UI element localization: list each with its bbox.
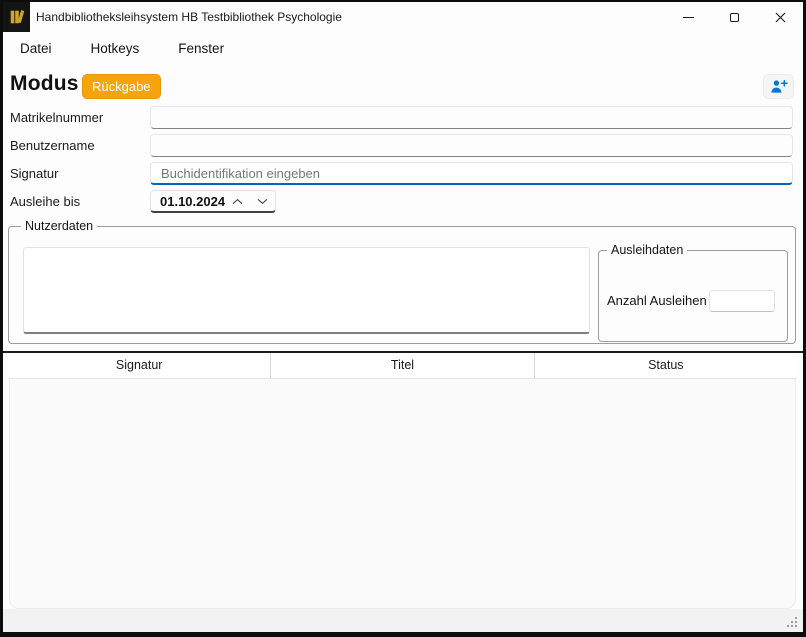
page-title: Modus	[10, 72, 79, 96]
date-increment-button[interactable]	[225, 191, 250, 211]
window-controls	[665, 2, 803, 32]
column-header-status[interactable]: Status	[535, 353, 797, 378]
matrikelnummer-label: Matrikelnummer	[10, 106, 103, 129]
column-header-signatur[interactable]: Signatur	[8, 353, 271, 378]
benutzername-row: Benutzername	[3, 134, 803, 157]
maximize-icon	[730, 13, 739, 22]
person-add-icon	[770, 79, 788, 94]
chevron-down-icon	[257, 198, 268, 205]
app-icon	[3, 2, 30, 32]
anzahl-ausleihen-field[interactable]	[709, 290, 775, 312]
table-header: Signatur Titel Status	[8, 353, 797, 378]
due-date-spinner[interactable]: 01.10.2024	[150, 190, 276, 213]
window-title: Handbibliotheksleihsystem HB Testbibliot…	[36, 2, 342, 32]
ausleihe-bis-row: Ausleihe bis 01.10.2024	[3, 190, 803, 213]
due-date-value: 01.10.2024	[151, 194, 225, 209]
date-decrement-button[interactable]	[250, 191, 275, 211]
signatur-label: Signatur	[10, 162, 58, 185]
matrikelnummer-input[interactable]	[150, 106, 793, 129]
titlebar: Handbibliotheksleihsystem HB Testbibliot…	[3, 2, 803, 32]
close-icon	[775, 12, 786, 23]
books-icon	[8, 8, 26, 26]
ausleihe-bis-label: Ausleihe bis	[10, 190, 80, 213]
menu-datei[interactable]: Datei	[7, 36, 65, 61]
benutzername-label: Benutzername	[10, 134, 95, 157]
menu-fenster[interactable]: Fenster	[165, 36, 237, 61]
nutzerdaten-title: Nutzerdaten	[21, 219, 97, 233]
ausleihdaten-title: Ausleihdaten	[607, 243, 687, 257]
resize-grip-icon[interactable]	[785, 615, 798, 628]
maximize-button[interactable]	[711, 2, 757, 32]
nutzerdaten-groupbox: Nutzerdaten Ausleihdaten Anzahl Ausleihe…	[8, 226, 796, 344]
signatur-input[interactable]	[150, 162, 793, 185]
menu-hotkeys[interactable]: Hotkeys	[78, 36, 153, 61]
menubar: Datei Hotkeys Fenster	[7, 34, 250, 62]
add-user-button[interactable]	[763, 74, 794, 99]
minimize-icon	[683, 17, 694, 18]
app-window: Handbibliotheksleihsystem HB Testbibliot…	[3, 2, 803, 632]
ausleihdaten-groupbox: Ausleihdaten Anzahl Ausleihen	[598, 250, 788, 342]
matrikelnummer-row: Matrikelnummer	[3, 106, 803, 129]
signatur-row: Signatur	[3, 162, 803, 185]
minimize-button[interactable]	[665, 2, 711, 32]
benutzername-input[interactable]	[150, 134, 793, 157]
close-button[interactable]	[757, 2, 803, 32]
anzahl-ausleihen-label: Anzahl Ausleihen	[607, 290, 707, 312]
status-footer	[3, 609, 803, 632]
user-data-textarea[interactable]	[23, 247, 590, 334]
chevron-up-icon	[232, 198, 243, 205]
table-body	[9, 378, 796, 609]
mode-header: Modus Rückgabe	[3, 70, 803, 102]
mode-badge: Rückgabe	[82, 74, 161, 99]
column-header-titel[interactable]: Titel	[271, 353, 534, 378]
